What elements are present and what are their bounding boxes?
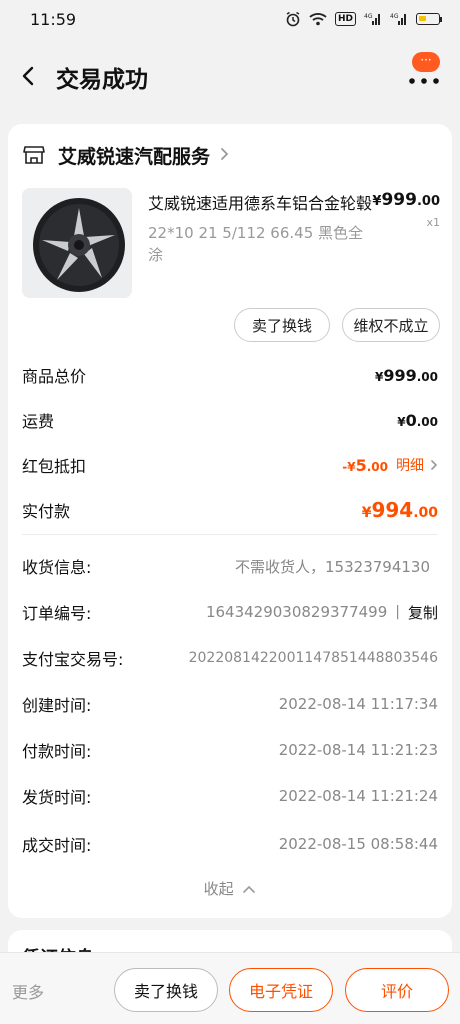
order-number-value: 1643429030829377499 xyxy=(205,603,388,621)
shop-name: 艾威锐速汽配服务 xyxy=(58,145,211,168)
svg-text:4G: 4G xyxy=(364,13,373,20)
collapse-button[interactable]: 收起 xyxy=(8,878,452,899)
copy-separator: | xyxy=(395,604,400,620)
created-time-value: 2022-08-14 11:17:34 xyxy=(278,695,438,713)
sell-for-cash-button[interactable]: 卖了换钱 xyxy=(114,968,218,1012)
hd-icon: HD xyxy=(334,12,356,26)
deal-time-value: 2022-08-15 08:58:44 xyxy=(278,835,438,853)
more-button[interactable]: ··· xyxy=(408,52,440,90)
created-time-label: 创建时间: xyxy=(22,696,92,715)
product-price: ¥999.00 xyxy=(372,190,440,210)
receiver-value: 不需收货人，15323794130 xyxy=(235,557,430,576)
chevron-right-icon xyxy=(431,460,438,470)
shipped-time-row: 发货时间: 2022-08-14 11:21:24 xyxy=(22,782,438,810)
status-time: 11:59 xyxy=(30,10,77,29)
review-button[interactable]: 评价 xyxy=(345,968,449,1012)
copy-button[interactable]: 复制 xyxy=(408,602,438,623)
sell-button[interactable]: 卖了换钱 xyxy=(234,308,330,342)
divider xyxy=(22,534,438,535)
paid-time-label: 付款时间: xyxy=(22,742,92,761)
paid-amount-row: 实付款 ¥994.00 xyxy=(22,496,438,524)
status-icons: HD 4G 4G xyxy=(285,11,442,27)
wifi-icon xyxy=(309,11,327,27)
signal-4g-icon: 4G xyxy=(390,11,408,27)
shipped-time-value: 2022-08-14 11:21:24 xyxy=(278,787,438,805)
wheel-icon xyxy=(22,188,132,298)
redpacket-label: 红包抵扣 xyxy=(22,457,87,476)
chevron-left-icon xyxy=(22,66,34,86)
e-voucher-button[interactable]: 电子凭证 xyxy=(229,968,333,1012)
order-card: 艾威锐速汽配服务 艾威锐速适用德系车铝合金轮毂 22*10 21 5/112 6… xyxy=(8,124,452,918)
bottom-action-bar: 更多 卖了换钱 电子凭证 评价 xyxy=(0,952,460,1024)
shipped-time-label: 发货时间: xyxy=(22,788,92,807)
total-price-value: ¥999.00 xyxy=(374,365,438,385)
claim-status-button[interactable]: 维权不成立 xyxy=(342,308,440,342)
store-icon xyxy=(23,146,45,164)
paid-time-row: 付款时间: 2022-08-14 11:21:23 xyxy=(22,736,438,764)
chevron-up-icon xyxy=(243,885,256,893)
product-quantity: x1 xyxy=(426,216,440,229)
receiver-row: 收货信息: 不需收货人，15323794130 xyxy=(22,552,438,580)
order-number-label: 订单编号: xyxy=(22,604,92,623)
alipay-number-label: 支付宝交易号: xyxy=(22,650,124,669)
paid-time-value: 2022-08-14 11:21:23 xyxy=(278,741,438,759)
more-link[interactable]: 更多 xyxy=(12,979,44,1003)
deal-time-row: 成交时间: 2022-08-15 08:58:44 xyxy=(22,830,438,858)
deal-time-label: 成交时间: xyxy=(22,836,92,855)
order-number-row: 订单编号: 1643429030829377499 | 复制 xyxy=(22,598,438,626)
redpacket-value[interactable]: -¥5.00 明细 xyxy=(342,455,438,475)
alipay-number-value: 2022081422001147851448803546 xyxy=(188,650,438,666)
redpacket-detail-link[interactable]: 明细 xyxy=(396,455,424,475)
signal-4g-icon: 4G xyxy=(364,11,382,27)
shipping-label: 运费 xyxy=(22,412,55,431)
alipay-number-row: 支付宝交易号: 2022081422001147851448803546 xyxy=(22,644,438,672)
chevron-right-icon xyxy=(220,145,229,166)
battery-icon xyxy=(416,11,442,27)
page-title: 交易成功 xyxy=(56,67,148,93)
more-dots-icon xyxy=(409,78,439,84)
shop-header[interactable]: 艾威锐速汽配服务 xyxy=(22,140,229,170)
redpacket-row[interactable]: 红包抵扣 -¥5.00 明细 xyxy=(22,451,438,479)
nav-bar: 交易成功 ··· xyxy=(0,40,460,112)
shipping-value: ¥0.00 xyxy=(397,410,438,430)
shipping-row: 运费 ¥0.00 xyxy=(22,406,438,434)
total-price-label: 商品总价 xyxy=(22,367,87,386)
collapse-label: 收起 xyxy=(203,880,234,898)
receiver-label: 收货信息: xyxy=(22,558,92,577)
back-button[interactable] xyxy=(14,62,42,90)
status-bar: 11:59 HD 4G 4G xyxy=(0,0,460,40)
paid-amount-label: 实付款 xyxy=(22,502,71,521)
created-time-row: 创建时间: 2022-08-14 11:17:34 xyxy=(22,690,438,718)
total-price-row: 商品总价 ¥999.00 xyxy=(22,361,438,389)
svg-text:4G: 4G xyxy=(390,13,399,20)
alarm-icon xyxy=(285,11,301,27)
notification-badge: ··· xyxy=(412,52,440,72)
product-spec: 22*10 21 5/112 66.45 黑色全涂 xyxy=(148,224,364,264)
product-image[interactable] xyxy=(22,188,132,298)
product-title[interactable]: 艾威锐速适用德系车铝合金轮毂 xyxy=(148,190,373,214)
paid-amount-value: ¥994.00 xyxy=(361,498,438,522)
